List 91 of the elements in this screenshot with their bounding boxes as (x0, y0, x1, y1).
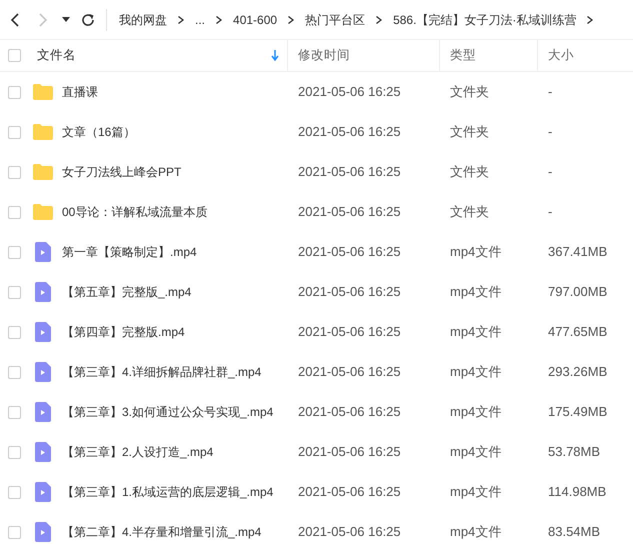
chevron-icon (287, 14, 296, 24)
file-size: - (548, 164, 552, 180)
row-checkbox[interactable] (8, 286, 21, 298)
breadcrumb-link[interactable]: 热门平台区 (305, 10, 366, 28)
file-type: mp4文件 (450, 364, 502, 380)
file-type: mp4文件 (450, 324, 502, 340)
row-checkbox[interactable] (8, 86, 21, 98)
row-checkbox[interactable] (8, 366, 21, 378)
chevron-icon (215, 14, 224, 24)
file-size: - (548, 204, 552, 220)
column-header[interactable]: 修改时间 (298, 46, 350, 65)
file-size: 83.54MB (548, 524, 600, 540)
video-file-icon (35, 522, 51, 542)
file-size: 477.65MB (548, 324, 608, 340)
modified-time: 2021-05-06 16:25 (298, 364, 401, 380)
row-checkbox[interactable] (8, 126, 21, 138)
file-type: 文件夹 (450, 124, 489, 140)
file-name[interactable]: 【第三章】1.私域运营的底层逻辑_.mp4 (62, 483, 274, 501)
video-file-icon (35, 242, 51, 262)
select-all-checkbox[interactable] (8, 49, 21, 62)
file-size: 367.41MB (548, 244, 608, 260)
row-checkbox[interactable] (8, 166, 21, 178)
column-header[interactable]: 大小 (548, 46, 574, 65)
file-type: mp4文件 (450, 444, 502, 460)
file-type: mp4文件 (450, 404, 502, 420)
breadcrumb-link[interactable]: 401-600 (233, 10, 278, 28)
file-type: mp4文件 (450, 284, 502, 300)
modified-time: 2021-05-06 16:25 (298, 404, 401, 420)
row-checkbox[interactable] (8, 446, 21, 458)
folder-icon (33, 124, 53, 140)
row-checkbox[interactable] (8, 206, 21, 218)
file-size: - (548, 124, 552, 140)
row-checkbox[interactable] (8, 326, 21, 338)
file-type: mp4文件 (450, 244, 502, 260)
file-name[interactable]: 【第四章】完整版.mp4 (62, 323, 185, 341)
file-type: 文件夹 (450, 84, 489, 100)
file-size: - (548, 84, 552, 100)
file-name[interactable]: 【第三章】4.详细拆解品牌社群_.mp4 (62, 363, 262, 381)
row-checkbox[interactable] (8, 406, 21, 418)
column-header[interactable]: 类型 (450, 46, 476, 65)
modified-time: 2021-05-06 16:25 (298, 84, 401, 100)
file-type: 文件夹 (450, 164, 489, 180)
file-name[interactable]: 直播课 (62, 83, 98, 101)
video-file-icon (35, 402, 51, 422)
row-checkbox[interactable] (8, 486, 21, 498)
row-checkbox[interactable] (8, 246, 21, 258)
back-icon[interactable] (10, 12, 20, 28)
chevron-icon (375, 14, 384, 24)
file-name[interactable]: 女子刀法线上峰会PPT (62, 163, 182, 181)
file-name[interactable]: 【第三章】3.如何通过公众号实现_.mp4 (62, 403, 274, 421)
modified-time: 2021-05-06 16:25 (298, 324, 401, 340)
chevron-icon (177, 14, 185, 24)
dropdown-caret-icon[interactable] (62, 16, 70, 22)
folder-icon (33, 204, 53, 220)
file-name[interactable]: 文章（16篇） (62, 123, 136, 141)
modified-time: 2021-05-06 16:25 (298, 204, 401, 220)
modified-time: 2021-05-06 16:25 (298, 244, 401, 260)
column-header[interactable]: 文件名 (37, 46, 271, 65)
file-name[interactable]: 【第五章】完整版_.mp4 (62, 283, 192, 301)
file-type: 文件夹 (450, 204, 489, 220)
file-type: mp4文件 (450, 484, 502, 500)
file-size: 293.26MB (548, 364, 608, 380)
breadcrumb-link[interactable]: ... (195, 10, 206, 28)
modified-time: 2021-05-06 16:25 (298, 524, 401, 540)
modified-time: 2021-05-06 16:25 (298, 484, 401, 500)
modified-time: 2021-05-06 16:25 (298, 124, 401, 140)
sort-arrow-icon[interactable] (271, 50, 279, 61)
folder-icon (33, 84, 53, 100)
file-size: 53.78MB (548, 444, 600, 460)
breadcrumb-link[interactable]: 586.【完结】女子刀法·私域训练营 (393, 10, 576, 28)
file-name[interactable]: 00导论：详解私域流量本质 (62, 203, 208, 221)
file-name[interactable]: 【第二章】4.半存量和增量引流_.mp4 (62, 523, 262, 541)
file-size: 797.00MB (548, 284, 608, 300)
file-size: 114.98MB (548, 484, 606, 500)
modified-time: 2021-05-06 16:25 (298, 164, 401, 180)
file-name[interactable]: 【第三章】2.人设打造_.mp4 (62, 443, 214, 461)
video-file-icon (35, 282, 51, 302)
video-file-icon (35, 482, 51, 502)
file-size: 175.49MB (548, 404, 608, 420)
file-type: mp4文件 (450, 524, 502, 540)
breadcrumb-link[interactable]: 我的网盘 (119, 10, 167, 28)
modified-time: 2021-05-06 16:25 (298, 284, 401, 300)
folder-icon (33, 164, 53, 180)
video-file-icon (35, 442, 51, 462)
row-checkbox[interactable] (8, 526, 21, 538)
chevron-icon (586, 14, 594, 24)
video-file-icon (35, 362, 51, 382)
refresh-icon[interactable] (80, 12, 96, 28)
video-file-icon (35, 322, 51, 342)
modified-time: 2021-05-06 16:25 (298, 444, 401, 460)
file-name[interactable]: 第一章【策略制定】.mp4 (62, 243, 197, 261)
